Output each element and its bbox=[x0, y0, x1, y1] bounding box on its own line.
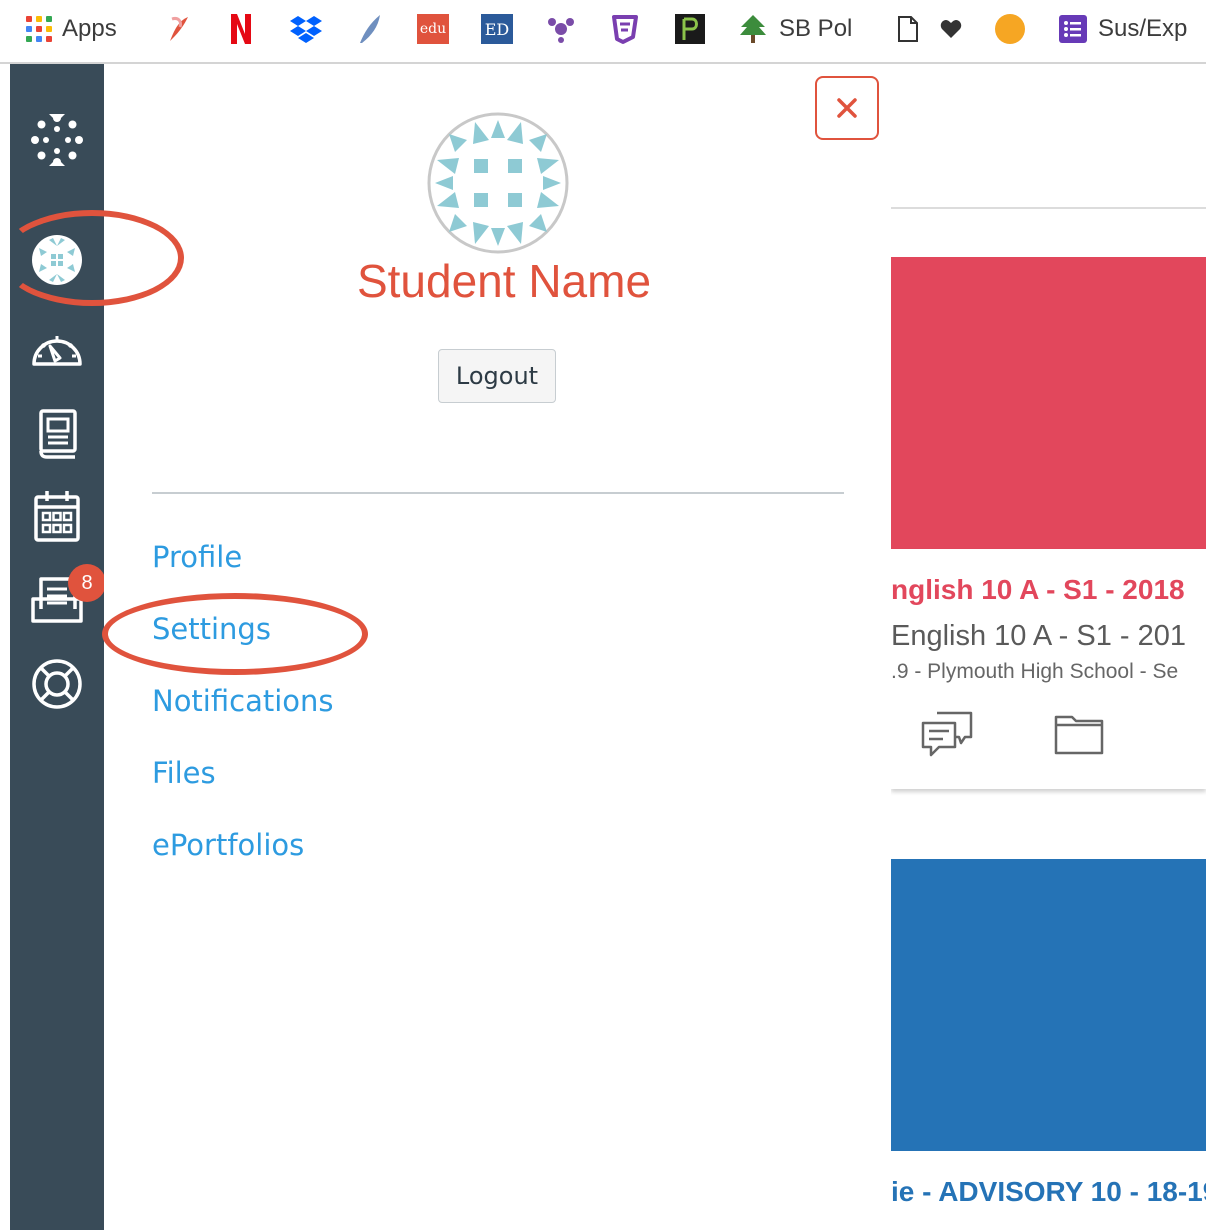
close-tray-button[interactable] bbox=[815, 76, 879, 140]
nav-calendar[interactable] bbox=[10, 484, 104, 548]
p-logo-icon bbox=[675, 14, 705, 44]
course-card-1-subtitle: English 10 A - S1 - 201 bbox=[891, 620, 1187, 652]
bookmark-circle[interactable] bbox=[995, 12, 1025, 46]
user-name: Student Name bbox=[356, 255, 652, 307]
calendar-icon bbox=[34, 491, 80, 542]
bookmark-edu[interactable]: edu bbox=[417, 12, 449, 46]
highlight-account-ellipse bbox=[0, 210, 184, 306]
nav-logo[interactable] bbox=[10, 108, 104, 172]
bookmark-edweek[interactable]: ED bbox=[481, 12, 513, 46]
course-card-1-hero[interactable] bbox=[891, 257, 1206, 549]
close-icon bbox=[837, 98, 857, 118]
bookmark-file[interactable] bbox=[897, 12, 919, 46]
logout-button[interactable]: Logout bbox=[438, 349, 556, 403]
course-card-1-title[interactable]: nglish 10 A - S1 - 2018 bbox=[891, 574, 1185, 606]
course-card-2-hero[interactable] bbox=[891, 859, 1206, 1151]
nav-courses[interactable] bbox=[10, 402, 104, 466]
dashboard-background: nglish 10 A - S1 - 2018 English 10 A - S… bbox=[891, 64, 1206, 1230]
dropbox-icon bbox=[290, 16, 322, 43]
nav-dashboard[interactable] bbox=[10, 316, 104, 380]
bookmark-heart[interactable] bbox=[940, 12, 962, 46]
feather-icon bbox=[170, 17, 188, 41]
bookmark-molecule[interactable] bbox=[546, 12, 576, 46]
bookmark-apps-label: Apps bbox=[62, 15, 117, 42]
folder-icon[interactable] bbox=[1054, 711, 1104, 755]
netflix-icon bbox=[231, 14, 251, 44]
bookmark-netflix[interactable] bbox=[228, 12, 254, 46]
highlight-settings-ellipse bbox=[102, 593, 368, 675]
bookmark-susexp[interactable]: Sus/Exp bbox=[1058, 12, 1187, 46]
heart-icon bbox=[940, 20, 962, 38]
dashboard-gauge-icon bbox=[32, 336, 82, 366]
help-lifebuoy-icon bbox=[32, 659, 82, 709]
course-card-2-title[interactable]: ie - ADVISORY 10 - 18-19 bbox=[891, 1176, 1206, 1208]
bookmark-quill[interactable] bbox=[356, 12, 382, 46]
tray-link-files[interactable]: Files bbox=[152, 756, 216, 790]
edweek-icon: ED bbox=[481, 14, 513, 44]
bookmark-susexp-label: Sus/Exp bbox=[1098, 15, 1188, 42]
bookmark-feather[interactable] bbox=[164, 12, 192, 46]
bookmark-sbpol[interactable]: SB Pol bbox=[737, 12, 852, 46]
apps-grid-icon bbox=[26, 16, 52, 42]
molecule-icon bbox=[548, 18, 574, 43]
user-avatar bbox=[427, 112, 569, 254]
forms-icon bbox=[1059, 15, 1087, 43]
course-card-1-term: .9 - Plymouth High School - Se bbox=[891, 660, 1179, 683]
courses-book-icon bbox=[39, 409, 77, 459]
bookmark-p[interactable] bbox=[674, 12, 706, 46]
dashboard-header-divider bbox=[891, 207, 1206, 209]
s-shield-icon bbox=[612, 15, 638, 44]
tree-icon bbox=[740, 15, 766, 43]
canvas-logo-icon bbox=[31, 114, 83, 166]
bookmark-sbpol-label: SB Pol bbox=[779, 15, 853, 42]
nav-help[interactable] bbox=[10, 652, 104, 716]
bookmark-apps[interactable]: Apps bbox=[26, 12, 117, 46]
bookmarks-bar: Apps edu ED SB Pol Sus/Exp bbox=[0, 0, 1206, 64]
orange-circle-icon bbox=[995, 14, 1025, 44]
bookmark-dropbox[interactable] bbox=[289, 12, 323, 46]
inbox-unread-badge: 8 bbox=[68, 564, 106, 602]
tray-link-profile[interactable]: Profile bbox=[152, 540, 242, 574]
bookmark-fv[interactable] bbox=[609, 12, 641, 46]
tray-divider bbox=[152, 492, 844, 494]
tray-link-eportfolios[interactable]: ePortfolios bbox=[152, 828, 304, 862]
edu-icon: edu bbox=[417, 14, 449, 44]
discussions-icon[interactable] bbox=[921, 709, 973, 759]
tray-link-notifications[interactable]: Notifications bbox=[152, 684, 334, 718]
quill-icon bbox=[360, 15, 380, 43]
file-icon bbox=[898, 16, 918, 42]
